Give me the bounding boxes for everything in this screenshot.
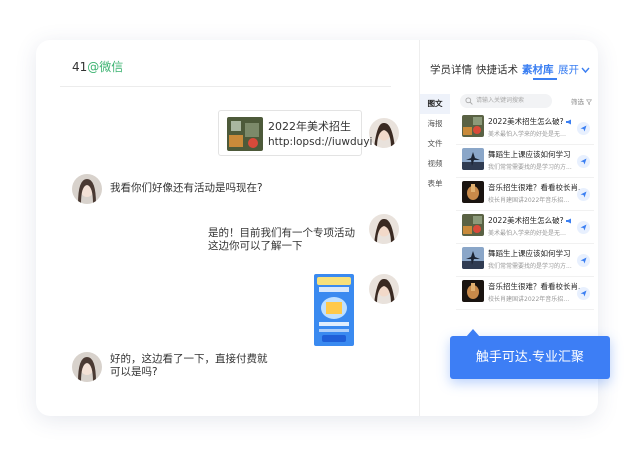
customer-message-2-line-2: 可以是吗? [110,366,158,378]
item-title: 舞蹈生上课应该如何学习 [488,150,571,159]
list-item[interactable]: 舞蹈生上课应该如何学习 我们常常需要找的是学习的方... [456,244,594,277]
filter-icon [585,99,593,105]
send-icon [580,290,587,297]
list-item[interactable]: 2022美术招生怎么破? 美术最怕入学来的好处是无法用... [456,211,594,244]
chat-title: 41@微信 [72,58,123,75]
item-title: 舞蹈生上课应该如何学习 [488,249,571,258]
item-thumbnail [462,181,484,203]
item-title: 音乐招生很难？看看校长肖... [488,282,586,291]
tab-material-library[interactable]: 素材库 [522,62,554,77]
send-icon [580,158,587,165]
send-icon [580,191,587,198]
list-item[interactable]: 2022美术招生怎么破? 美术最怕入学来的好处是无法用... [456,112,594,145]
item-thumbnail [462,115,484,137]
send-button[interactable] [577,254,590,267]
category-file[interactable]: 文件 [420,134,450,154]
send-button[interactable] [577,221,590,234]
send-button[interactable] [577,122,590,135]
search-icon [465,97,473,105]
material-search-input[interactable]: 请输入关键词搜索 [460,94,552,108]
megaphone-icon [565,218,571,224]
category-list: 图文 海报 文件 视频 表单 [420,94,450,194]
item-title: 音乐招生很难？看看校长肖... [488,183,586,192]
send-icon [580,224,587,231]
feature-callout: 触手可达.专业汇聚 [450,336,610,379]
filter-label: 筛选 [571,98,584,106]
expand-label: 展开 [558,64,579,76]
customer-avatar [72,352,102,382]
link-card-message[interactable]: 2022年美术招生 http:lopsd://iuwduyi [218,110,372,156]
filter-button[interactable]: 筛选 [571,96,593,106]
category-form[interactable]: 表单 [420,174,450,194]
tab-quick-replies[interactable]: 快捷话术 [476,62,518,77]
category-graphic[interactable]: 图文 [420,94,450,114]
poster-image-message[interactable] [314,274,354,346]
list-item[interactable]: 舞蹈生上课应该如何学习 我们常常需要找的是学习的方... [456,145,594,178]
send-icon [580,257,587,264]
panel-tabs: 学员详情 快捷话术 素材库 展开 [430,62,590,80]
link-card-title: 2022年美术招生 [268,120,351,133]
megaphone-icon [565,119,571,125]
agent-message-line-2: 这边你可以了解一下 [208,240,303,252]
chevron-down-icon [581,67,590,74]
item-description: 我们常常需要找的是学习的方... [488,263,572,270]
item-thumbnail [462,148,484,170]
item-description: 校长肖建国讲2022年音乐招生... [488,197,572,204]
item-thumbnail [462,280,484,302]
item-description: 我们常常需要找的是学习的方... [488,164,572,171]
category-poster[interactable]: 海报 [420,114,450,134]
item-description: 美术最怕入学来的好处是无法用... [488,131,572,138]
agent-avatar [369,274,399,304]
customer-message-1: 我看你们好像还有活动是吗现在? [110,182,263,194]
tab-student-details[interactable]: 学员详情 [430,62,472,77]
item-title: 2022美术招生怎么破? [488,116,573,127]
send-icon [580,125,587,132]
link-card-thumbnail [227,117,263,151]
link-card-url[interactable]: http:lopsd://iuwduyi [268,136,372,148]
send-button[interactable] [577,155,590,168]
list-item[interactable]: 音乐招生很难？看看校长肖... 校长肖建国讲2022年音乐招生... [456,277,594,310]
item-description: 美术最怕入学来的好处是无法用... [488,230,572,237]
item-thumbnail [462,214,484,236]
active-tab-indicator [533,78,557,80]
send-button[interactable] [577,287,590,300]
chat-pane: 41@微信 2022年美术招生 http:lopsd://iuwduyi 我看你… [36,40,419,416]
expand-button[interactable]: 展开 [558,62,590,77]
send-button[interactable] [577,188,590,201]
contact-source: @微信 [87,60,124,74]
category-video[interactable]: 视频 [420,154,450,174]
agent-avatar [369,118,399,148]
header-divider [60,86,391,87]
item-title: 2022美术招生怎么破? [488,215,573,226]
item-thumbnail [462,247,484,269]
search-placeholder: 请输入关键词搜索 [476,97,525,104]
customer-avatar [72,174,102,204]
agent-avatar [369,214,399,244]
list-item[interactable]: 音乐招生很难？看看校长肖... 校长肖建国讲2022年音乐招生... [456,178,594,211]
material-list: 2022美术招生怎么破? 美术最怕入学来的好处是无法用... 舞蹈生上课应该如何… [456,112,594,310]
contact-id: 41 [72,60,88,74]
item-description: 校长肖建国讲2022年音乐招生... [488,296,572,303]
